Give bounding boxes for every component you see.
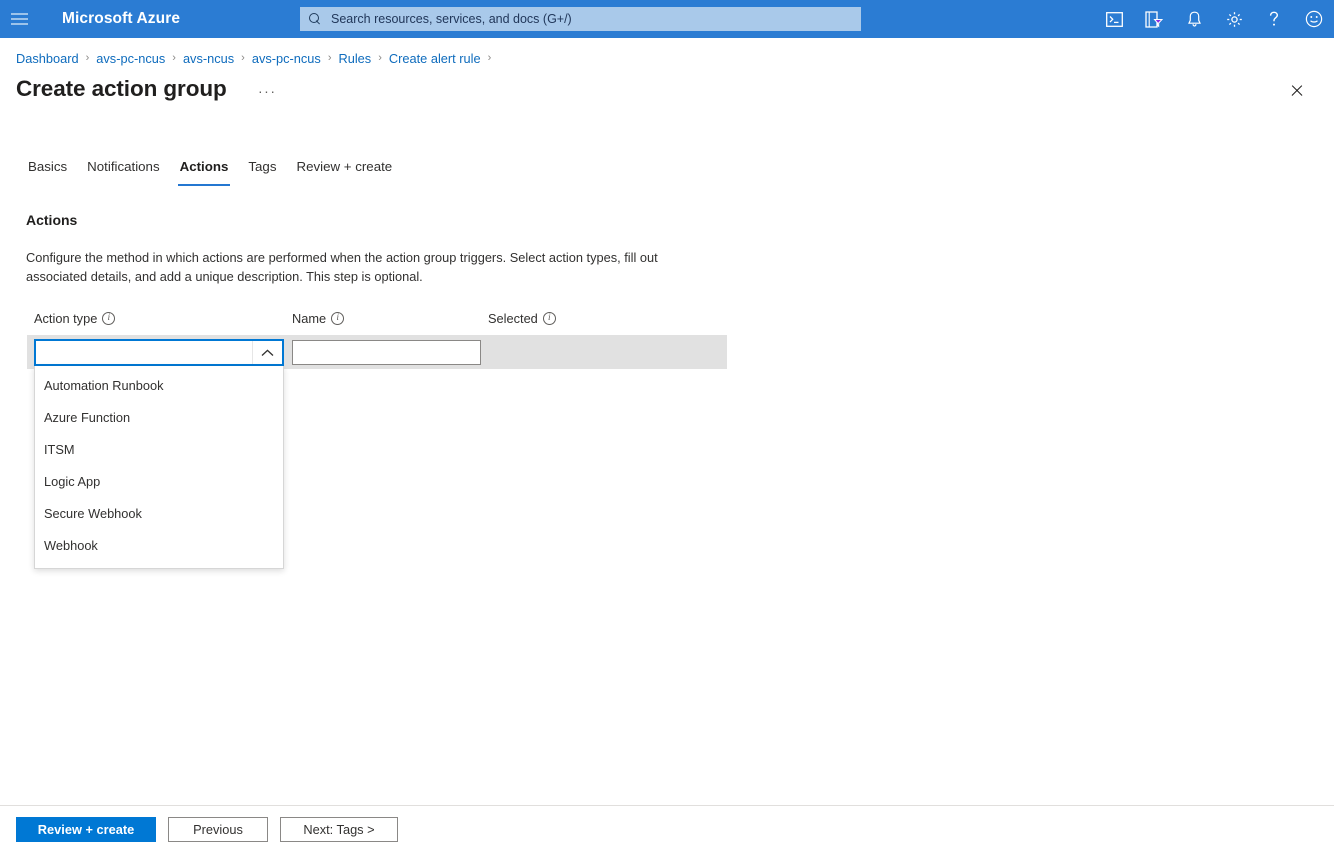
section-description: Configure the method in which actions ar… <box>26 250 658 284</box>
dropdown-option-automation-runbook[interactable]: Automation Runbook <box>35 370 283 402</box>
info-icon[interactable]: i <box>331 312 345 325</box>
breadcrumb-separator-icon: › <box>241 52 245 64</box>
cloud-shell-icon[interactable] <box>1094 0 1134 38</box>
breadcrumb-separator-icon: › <box>487 52 492 64</box>
feedback-smiley-icon[interactable] <box>1294 0 1334 38</box>
global-search[interactable]: Search resources, services, and docs (G+… <box>300 7 861 31</box>
action-type-combobox[interactable] <box>34 339 284 366</box>
tab-review-create[interactable]: Review + create <box>286 156 402 186</box>
column-header-selected: Selected i <box>488 311 556 326</box>
breadcrumb-item-create-alert-rule[interactable]: Create alert rule <box>389 51 481 66</box>
tab-notifications[interactable]: Notifications <box>77 156 169 186</box>
info-icon[interactable]: i <box>542 312 556 325</box>
top-bar-icons <box>1094 0 1334 38</box>
close-icon[interactable] <box>1285 79 1309 103</box>
next-tags-button[interactable]: Next: Tags > <box>280 817 398 842</box>
page-title: Create action group <box>16 76 227 101</box>
breadcrumb-item-rules[interactable]: Rules <box>338 51 371 66</box>
notifications-bell-icon[interactable] <box>1174 0 1214 38</box>
breadcrumb-item-avs-pc-ncus-2[interactable]: avs-pc-ncus <box>252 51 321 66</box>
settings-gear-icon[interactable] <box>1214 0 1254 38</box>
page-more-options-button[interactable]: ··· <box>258 82 277 100</box>
breadcrumb-separator-icon: › <box>378 52 382 64</box>
breadcrumb-item-avs-pc-ncus-1[interactable]: avs-pc-ncus <box>96 51 165 66</box>
footer-divider <box>0 805 1334 806</box>
help-question-icon[interactable] <box>1254 0 1294 38</box>
azure-top-bar: Microsoft Azure Search resources, servic… <box>0 0 1334 38</box>
directories-subscriptions-icon[interactable] <box>1134 0 1174 38</box>
review-create-button[interactable]: Review + create <box>16 817 156 842</box>
dropdown-option-itsm[interactable]: ITSM <box>35 434 283 466</box>
chevron-up-icon[interactable] <box>252 341 282 364</box>
section-title: Actions <box>26 212 78 228</box>
breadcrumb-separator-icon: › <box>172 52 176 64</box>
dropdown-option-webhook[interactable]: Webhook <box>35 530 283 562</box>
breadcrumb-separator-icon: › <box>327 52 332 64</box>
action-type-input[interactable] <box>36 341 252 364</box>
action-type-dropdown-list: Automation Runbook Azure Function ITSM L… <box>34 366 284 569</box>
search-icon <box>309 12 322 26</box>
action-name-input[interactable] <box>292 340 481 365</box>
tab-basics[interactable]: Basics <box>16 156 77 186</box>
breadcrumb-item-dashboard[interactable]: Dashboard <box>16 51 79 66</box>
breadcrumb: Dashboard › avs-pc-ncus › avs-ncus › avs… <box>16 48 498 68</box>
tab-actions[interactable]: Actions <box>170 156 239 186</box>
column-header-name-label: Name <box>292 311 327 326</box>
action-table-headers: Action type i Name i Selected i <box>0 311 760 329</box>
wizard-tabs: Basics Notifications Actions Tags Review… <box>16 156 402 188</box>
brand-title[interactable]: Microsoft Azure <box>62 10 180 28</box>
wizard-footer: Review + create Previous Next: Tags > <box>16 817 398 842</box>
previous-button[interactable]: Previous <box>168 817 268 842</box>
breadcrumb-item-avs-ncus[interactable]: avs-ncus <box>183 51 234 66</box>
column-header-action-type: Action type i <box>34 311 116 326</box>
column-header-action-type-label: Action type <box>34 311 98 326</box>
tab-tags[interactable]: Tags <box>238 156 286 186</box>
dropdown-option-secure-webhook[interactable]: Secure Webhook <box>35 498 283 530</box>
column-header-selected-label: Selected <box>488 311 538 326</box>
info-icon[interactable]: i <box>102 312 116 325</box>
search-input-placeholder[interactable]: Search resources, services, and docs (G+… <box>331 12 572 26</box>
hamburger-icon[interactable] <box>0 0 38 38</box>
breadcrumb-separator-icon: › <box>85 52 90 64</box>
dropdown-option-logic-app[interactable]: Logic App <box>35 466 283 498</box>
dropdown-option-azure-function[interactable]: Azure Function <box>35 402 283 434</box>
column-header-name: Name i <box>292 311 345 326</box>
